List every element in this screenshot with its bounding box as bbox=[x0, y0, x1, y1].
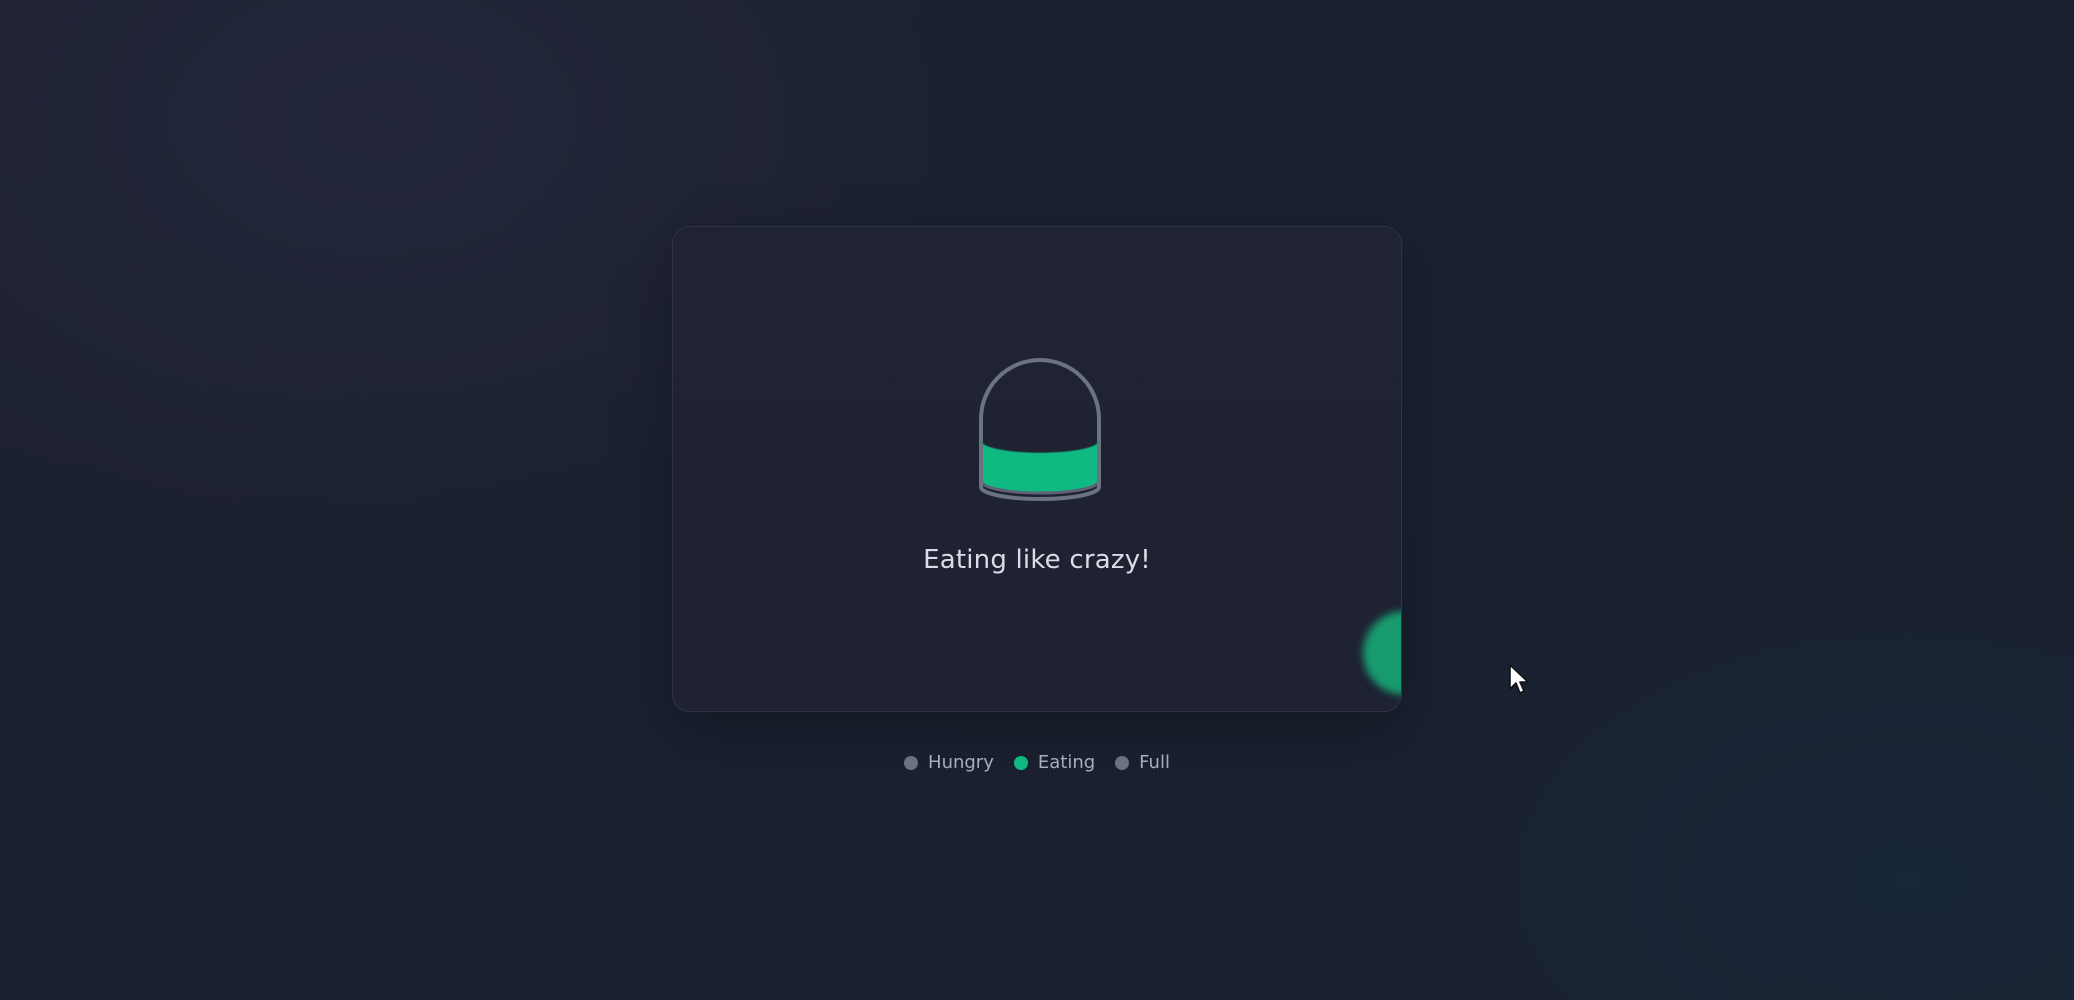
legend-label-eating: Eating bbox=[1037, 752, 1096, 773]
food-jar-icon bbox=[979, 358, 1101, 501]
status-card: Eating like crazy! bbox=[672, 226, 1402, 712]
glow-blob bbox=[1363, 611, 1401, 695]
mouse-pointer-icon bbox=[1509, 664, 1529, 694]
full-dot-icon bbox=[1115, 755, 1130, 770]
status-message: Eating like crazy! bbox=[923, 545, 1151, 575]
jar-fill bbox=[981, 441, 1099, 493]
hungry-dot-icon bbox=[904, 755, 919, 770]
state-legend: Hungry Eating Full bbox=[0, 752, 2074, 773]
legend-item-eating: Eating bbox=[1013, 752, 1096, 773]
legend-label-hungry: Hungry bbox=[928, 752, 994, 773]
legend-item-full: Full bbox=[1115, 752, 1170, 773]
legend-label-full: Full bbox=[1139, 752, 1170, 773]
eating-dot-icon bbox=[1013, 755, 1028, 770]
legend-item-hungry: Hungry bbox=[904, 752, 994, 773]
